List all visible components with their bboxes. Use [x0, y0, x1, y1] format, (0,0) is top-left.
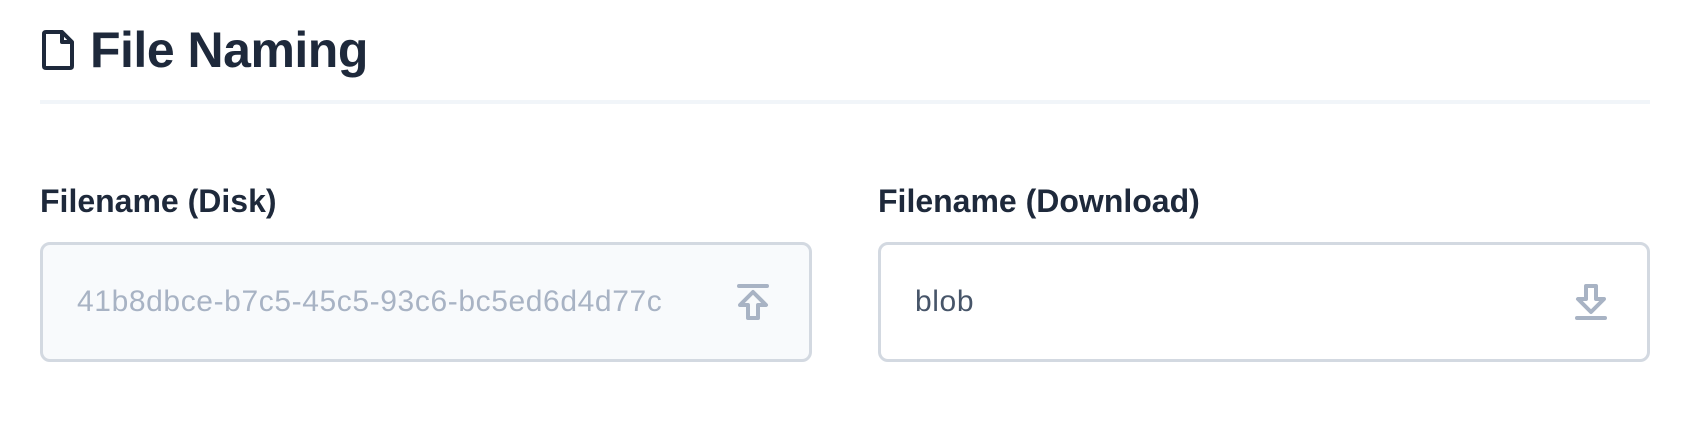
filename-download-input[interactable]: blob	[878, 242, 1650, 362]
upload-icon[interactable]	[735, 282, 771, 322]
section-title: File Naming	[90, 22, 368, 78]
download-icon[interactable]	[1573, 282, 1609, 322]
filename-download-label: Filename (Download)	[878, 183, 1200, 219]
filename-fields: Filename (Disk) 41b8dbce-b7c5-45c5-93c6-…	[40, 181, 1650, 362]
filename-download-field: Filename (Download) blob	[878, 181, 1650, 362]
filename-disk-field: Filename (Disk) 41b8dbce-b7c5-45c5-93c6-…	[40, 181, 812, 362]
file-naming-section: File Naming Filename (Disk) 41b8dbce-b7c…	[40, 0, 1650, 362]
filename-download-value: blob	[915, 285, 975, 318]
filename-disk-input[interactable]: 41b8dbce-b7c5-45c5-93c6-bc5ed6d4d77c	[40, 242, 812, 362]
filename-disk-label: Filename (Disk)	[40, 183, 277, 219]
section-header: File Naming	[40, 0, 1650, 104]
file-icon	[40, 28, 76, 72]
filename-disk-value: 41b8dbce-b7c5-45c5-93c6-bc5ed6d4d77c	[77, 285, 663, 318]
